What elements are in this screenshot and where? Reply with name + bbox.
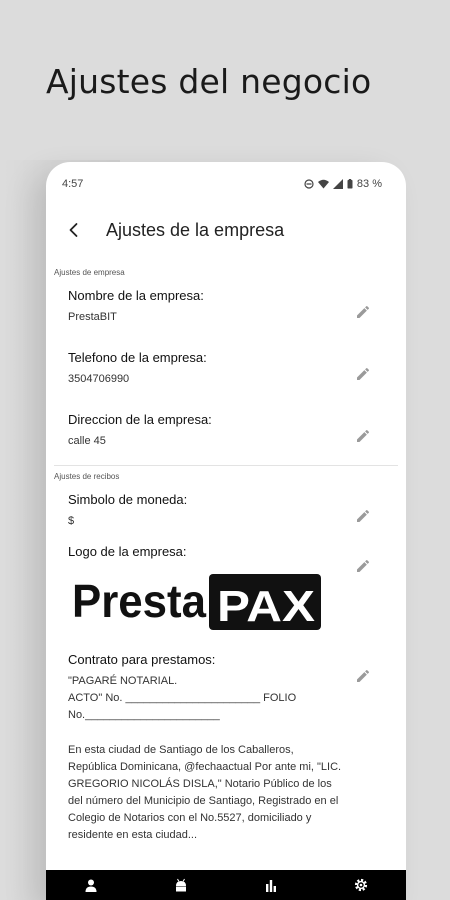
nav-item-settings[interactable] <box>341 870 381 900</box>
setting-company-name: Nombre de la empresa: PrestaBIT <box>46 277 406 339</box>
status-bar: 4:57 83 % <box>46 162 406 206</box>
loan-contract-header: "PAGARÉ NOTARIAL. ACTO" No. ____________… <box>68 675 297 721</box>
section-header-company: Ajustes de empresa <box>54 268 125 277</box>
logo-text-right: PAX <box>217 582 315 631</box>
company-phone-label: Telefono de la empresa: <box>68 350 207 365</box>
bottom-navigation <box>46 870 406 900</box>
company-name-value: PrestaBIT <box>68 311 117 323</box>
android-icon <box>176 878 186 892</box>
prestapax-logo: Presta PAX <box>72 574 321 631</box>
pencil-icon <box>357 305 370 318</box>
dnd-icon <box>304 179 314 189</box>
person-icon <box>85 879 97 892</box>
company-address-label: Direccion de la empresa: <box>68 412 212 427</box>
edit-company-name-button[interactable] <box>352 301 374 323</box>
pencil-icon <box>357 509 370 522</box>
promo-title: Ajustes del negocio <box>46 62 372 101</box>
pencil-icon <box>357 669 370 682</box>
company-logo: Presta PAX <box>68 565 350 637</box>
edit-company-phone-button[interactable] <box>352 363 374 385</box>
status-icons: 83 % <box>304 178 382 190</box>
currency-symbol-value: $ <box>68 515 75 527</box>
phone-screen: 4:57 83 % Ajustes de la empresa Ajustes … <box>46 162 406 900</box>
setting-company-phone: Telefono de la empresa: 3504706990 <box>46 339 406 401</box>
settings-icon <box>354 878 368 892</box>
setting-currency-symbol: Simbolo de moneda: $ <box>46 481 406 543</box>
logo-text-left: Presta <box>72 575 206 627</box>
wifi-icon <box>317 179 329 189</box>
status-time: 4:57 <box>62 178 84 190</box>
battery-icon <box>347 179 353 189</box>
company-logo-label: Logo de la empresa: <box>68 544 187 559</box>
pencil-icon <box>357 559 370 572</box>
loan-contract-label: Contrato para prestamos: <box>68 652 216 667</box>
bar-chart-icon <box>266 880 276 892</box>
setting-loan-contract: Contrato para prestamos: "PAGARÉ NOTARIA… <box>46 637 406 844</box>
setting-company-logo: Logo de la empresa: Presta PAX <box>46 543 406 637</box>
pencil-icon <box>357 429 370 442</box>
nav-item-clients[interactable] <box>71 870 111 900</box>
arrow-back-icon <box>69 223 78 237</box>
nav-item-android[interactable] <box>161 870 201 900</box>
edit-loan-contract-button[interactable] <box>352 665 374 687</box>
app-bar: Ajustes de la empresa <box>46 206 406 254</box>
pencil-icon <box>357 367 370 380</box>
company-name-label: Nombre de la empresa: <box>68 288 204 303</box>
section-header-receipts: Ajustes de recibos <box>54 472 120 481</box>
company-phone-value: 3504706990 <box>68 373 130 385</box>
setting-company-address: Direccion de la empresa: calle 45 <box>46 401 406 463</box>
page-title: Ajustes de la empresa <box>106 219 285 240</box>
edit-company-logo-button[interactable] <box>352 555 374 577</box>
edit-company-address-button[interactable] <box>352 425 374 447</box>
company-address-value: calle 45 <box>68 435 106 447</box>
battery-percent: 83 % <box>356 178 382 190</box>
nav-item-reports[interactable] <box>251 870 291 900</box>
signal-icon <box>332 179 343 189</box>
edit-currency-symbol-button[interactable] <box>352 505 374 527</box>
back-button[interactable] <box>60 216 88 244</box>
loan-contract-body: En esta ciudad de Santiago de los Caball… <box>68 744 342 841</box>
currency-symbol-label: Simbolo de moneda: <box>68 492 188 507</box>
